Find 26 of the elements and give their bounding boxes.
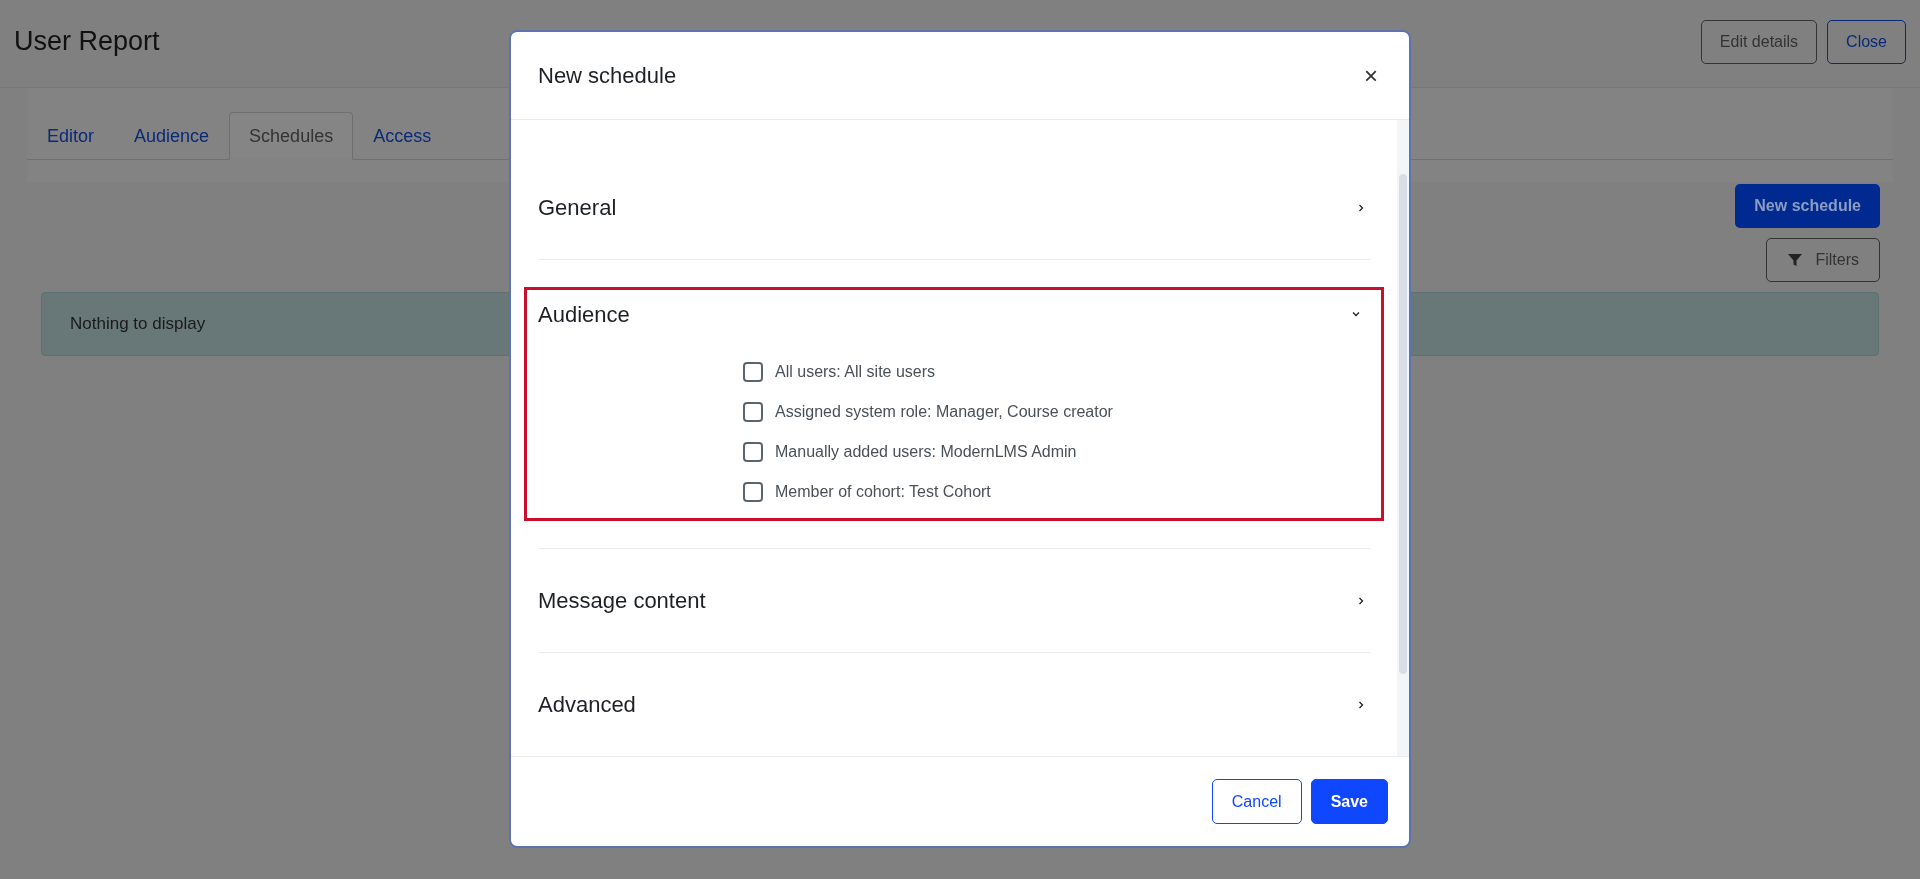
dialog-button[interactable]: Cancel [1211,779,1302,824]
checkbox-label: Assigned system role: Manager, Course creator [775,402,1113,422]
section-header[interactable]: Audience [538,290,1370,338]
new-schedule-button[interactable]: New schedule [1735,184,1880,228]
tab[interactable]: Audience [114,112,230,160]
checkbox[interactable] [743,402,763,422]
tab[interactable]: Access [353,112,452,160]
header-button[interactable]: Close [1827,19,1906,64]
section-header[interactable]: Advanced [538,653,1370,756]
filter-icon [1787,252,1804,268]
tab[interactable]: Schedules [229,112,354,160]
filters-button[interactable]: Filters [1766,238,1880,282]
section-header[interactable]: Message content [538,549,1370,652]
page-title: User Report [14,25,160,59]
checkbox[interactable] [743,442,763,462]
header-button[interactable]: Edit details [1700,19,1818,64]
checkbox-label: Manually added users: ModernLMS Admin [775,442,1077,462]
checkbox[interactable] [743,362,763,382]
checkbox-label: Member of cohort: Test Cohort [775,482,991,502]
tab[interactable]: Editor [27,112,115,160]
close-button[interactable]: × [1360,63,1382,88]
section-header[interactable]: General [538,156,1370,259]
modal-title: New schedule [538,62,677,90]
dialog-button[interactable]: Save [1310,779,1388,824]
checkbox[interactable] [743,482,763,502]
checkbox-label: All users: All site users [775,362,936,382]
